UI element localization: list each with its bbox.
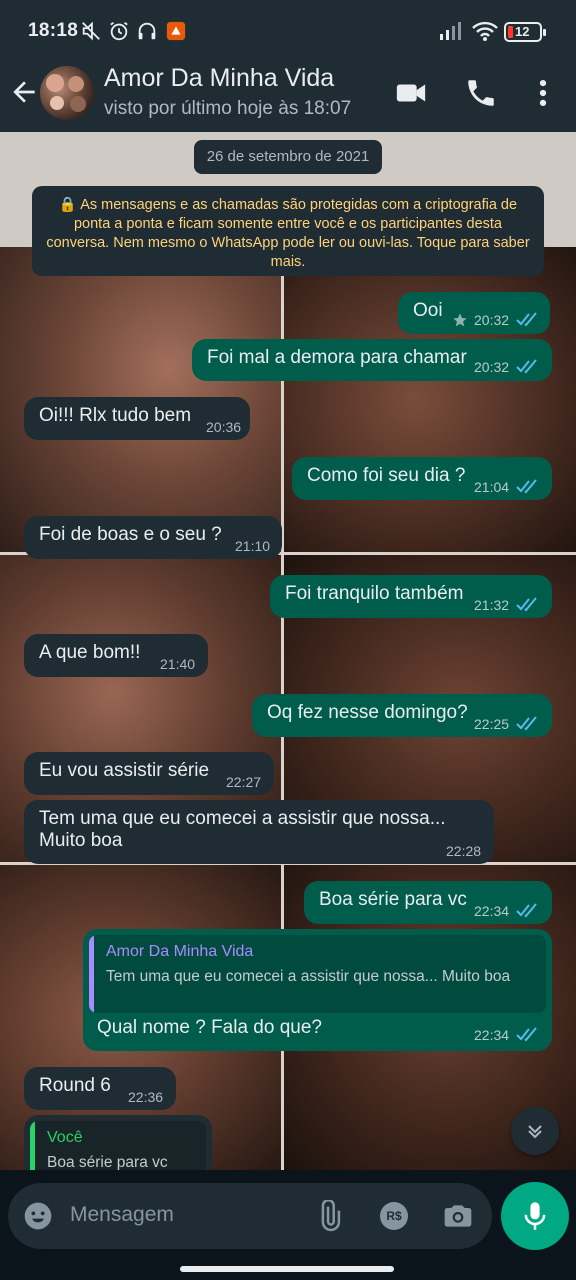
message-text: Qual nome ? Fala do que?: [97, 1017, 322, 1038]
message-bubble-outgoing[interactable]: Como foi seu dia ? 21:04: [292, 457, 552, 500]
message-time: 22:27: [226, 774, 262, 790]
message-bubble-incoming[interactable]: A que bom!! 21:40: [24, 634, 208, 677]
headphones-icon: [138, 22, 156, 40]
read-ticks-icon: [516, 716, 537, 731]
message-text: Tem uma que eu comecei a assistir que no…: [39, 808, 446, 851]
quoted-text: Boa série para vc: [47, 1154, 168, 1170]
star-icon: [453, 313, 467, 327]
message-bubble-outgoing[interactable]: Boa série para vc 22:34: [304, 881, 552, 924]
message-input[interactable]: Mensagem R$: [8, 1183, 492, 1249]
message-text: A que bom!!: [39, 642, 141, 663]
message-time: 20:32: [474, 359, 510, 375]
quoted-author: Amor Da Minha Vida: [106, 943, 254, 960]
chat-header: Amor Da Minha Vida visto por último hoje…: [0, 64, 576, 132]
message-bubble-incoming[interactable]: Tem uma que eu comecei a assistir que no…: [24, 800, 494, 864]
message-bubble-incoming[interactable]: Round 6 22:36: [24, 1067, 176, 1110]
message-text: Oq fez nesse domingo?: [267, 702, 468, 723]
message-time: 21:04: [474, 479, 510, 495]
read-ticks-icon: [516, 597, 537, 612]
message-bubble-outgoing-reply[interactable]: Amor Da Minha Vida Tem uma que eu comece…: [83, 929, 552, 1051]
message-text: Boa série para vc: [319, 889, 467, 910]
message-time: 21:32: [474, 597, 510, 613]
chevron-double-down-icon: [528, 1125, 542, 1139]
message-bubble-incoming[interactable]: Foi de boas e o seu ? 21:10: [24, 516, 282, 559]
read-ticks-icon: [516, 359, 537, 374]
quoted-message[interactable]: Amor Da Minha Vida Tem uma que eu comece…: [89, 935, 546, 1013]
message-time: 22:25: [474, 716, 510, 732]
message-text: Oi!!! Rlx tudo bem: [39, 405, 192, 426]
wifi-icon: [472, 21, 498, 41]
read-ticks-icon: [516, 903, 537, 918]
message-placeholder: Mensagem: [70, 1203, 174, 1226]
battery-icon: 12: [504, 22, 546, 42]
status-time: 18:18: [28, 20, 79, 41]
emoji-icon[interactable]: [22, 1200, 54, 1232]
message-time: 21:10: [235, 538, 271, 554]
message-text: Foi tranquilo também: [285, 583, 464, 604]
message-time: 21:40: [160, 656, 196, 672]
whatsapp-chat-screen: 18:18 12 Amor Da Minha Vida visto por úl…: [0, 0, 576, 1280]
more-vert-icon[interactable]: [526, 76, 560, 110]
message-time: 22:34: [474, 1027, 510, 1043]
message-bubble-incoming[interactable]: Eu vou assistir série 22:27: [24, 752, 274, 795]
camera-icon[interactable]: [442, 1200, 474, 1232]
message-text: Ooi: [413, 300, 443, 321]
date-chip: 26 de setembro de 2021: [194, 140, 382, 174]
quoted-text: Tem uma que eu comecei a assistir que no…: [106, 968, 511, 985]
message-time: 22:28: [446, 843, 482, 859]
mic-button[interactable]: [501, 1182, 569, 1250]
video-call-icon[interactable]: [394, 76, 428, 110]
home-indicator[interactable]: [180, 1266, 394, 1272]
avatar[interactable]: [40, 66, 94, 120]
message-time: 22:34: [474, 903, 510, 919]
mute-icon: [82, 21, 100, 41]
back-arrow-icon[interactable]: [8, 76, 40, 108]
alarm-icon: [110, 21, 128, 41]
encryption-notice[interactable]: 🔒 As mensagens e as chamadas são protegi…: [32, 186, 544, 276]
read-ticks-icon: [516, 1027, 537, 1042]
message-text: Round 6: [39, 1075, 111, 1096]
top-bar: 18:18 12 Amor Da Minha Vida visto por úl…: [0, 0, 576, 132]
message-bubble-outgoing[interactable]: Foi mal a demora para chamar 20:32: [192, 339, 552, 381]
contact-name: Amor Da Minha Vida: [104, 64, 335, 92]
message-bubble-outgoing[interactable]: Oq fez nesse domingo? 22:25: [252, 694, 552, 737]
attach-icon[interactable]: [313, 1200, 345, 1232]
message-bubble-outgoing[interactable]: Ooi 20:32: [398, 292, 550, 334]
signal-icon: [440, 22, 461, 40]
chat-area[interactable]: 26 de setembro de 2021 🔒 As mensagens e …: [0, 132, 576, 1170]
message-bubble-incoming-reply[interactable]: Você Boa série para vc: [24, 1115, 212, 1170]
message-time: 20:36: [206, 419, 242, 435]
message-bubble-incoming[interactable]: Oi!!! Rlx tudo bem 20:36: [24, 397, 250, 440]
mic-icon: [524, 1202, 546, 1230]
read-ticks-icon: [516, 312, 537, 327]
message-bubble-outgoing[interactable]: Foi tranquilo também 21:32: [270, 575, 552, 618]
voice-call-icon[interactable]: [464, 76, 498, 110]
scroll-to-bottom-button[interactable]: [511, 1107, 559, 1155]
message-text: Como foi seu dia ?: [307, 465, 466, 486]
message-composer: Mensagem R$: [0, 1170, 576, 1280]
payment-icon[interactable]: R$: [380, 1202, 408, 1230]
message-text: Foi mal a demora para chamar: [207, 347, 467, 368]
battery-level: 12: [515, 24, 530, 39]
message-text: Foi de boas e o seu ?: [39, 524, 222, 545]
message-time: 20:32: [474, 312, 510, 328]
last-seen-status: visto por último hoje às 18:07: [104, 98, 352, 119]
message-time: 22:36: [128, 1089, 164, 1105]
read-ticks-icon: [516, 479, 537, 494]
message-text: Eu vou assistir série: [39, 760, 210, 781]
quoted-author: Você: [47, 1129, 83, 1146]
app-notification-icon: [166, 21, 186, 41]
quoted-message[interactable]: Você Boa série para vc: [30, 1121, 206, 1170]
status-bar: 18:18 12: [0, 0, 576, 64]
